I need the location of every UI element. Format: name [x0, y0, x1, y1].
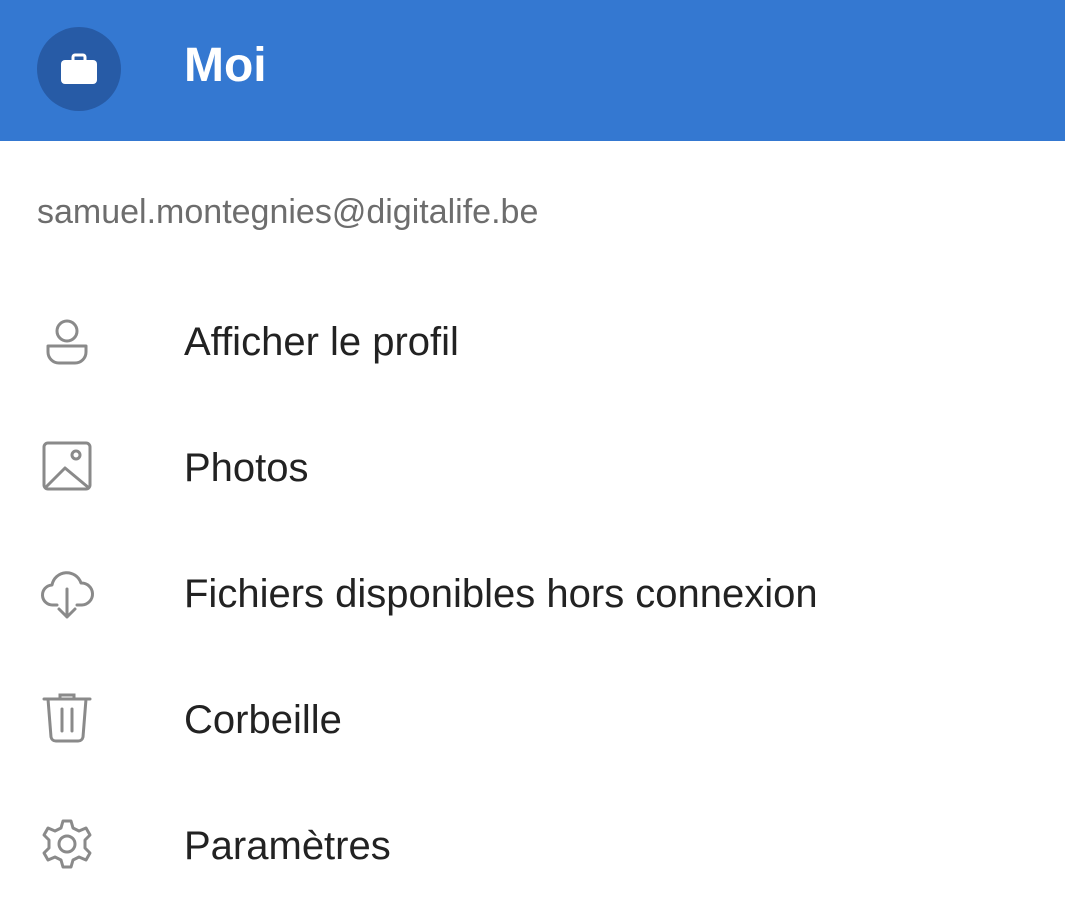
menu-item-label: Paramètres [184, 824, 391, 868]
menu-item-trash[interactable]: Corbeille [0, 657, 1065, 783]
cloud-download-icon [41, 571, 94, 619]
settings-menu: Afficher le profil Photos Fichiers dispo… [0, 279, 1065, 909]
menu-item-label: Fichiers disponibles hors connexion [184, 572, 818, 616]
menu-item-settings[interactable]: Paramètres [0, 783, 1065, 909]
menu-item-view-profile[interactable]: Afficher le profil [0, 279, 1065, 405]
briefcase-icon [61, 53, 97, 84]
page-title: Moi [184, 39, 267, 92]
account-email: samuel.montegnies@digitalife.be [37, 193, 539, 231]
menu-item-label: Photos [184, 446, 309, 490]
menu-item-label: Afficher le profil [184, 320, 459, 364]
trash-icon [42, 693, 92, 743]
user-icon [46, 319, 88, 365]
account-avatar[interactable] [37, 27, 121, 111]
gear-icon [42, 819, 92, 869]
menu-item-label: Corbeille [184, 698, 342, 742]
image-icon [42, 441, 92, 491]
menu-item-offline-files[interactable]: Fichiers disponibles hors connexion [0, 531, 1065, 657]
menu-item-photos[interactable]: Photos [0, 405, 1065, 531]
app-header: Moi [0, 0, 1065, 141]
